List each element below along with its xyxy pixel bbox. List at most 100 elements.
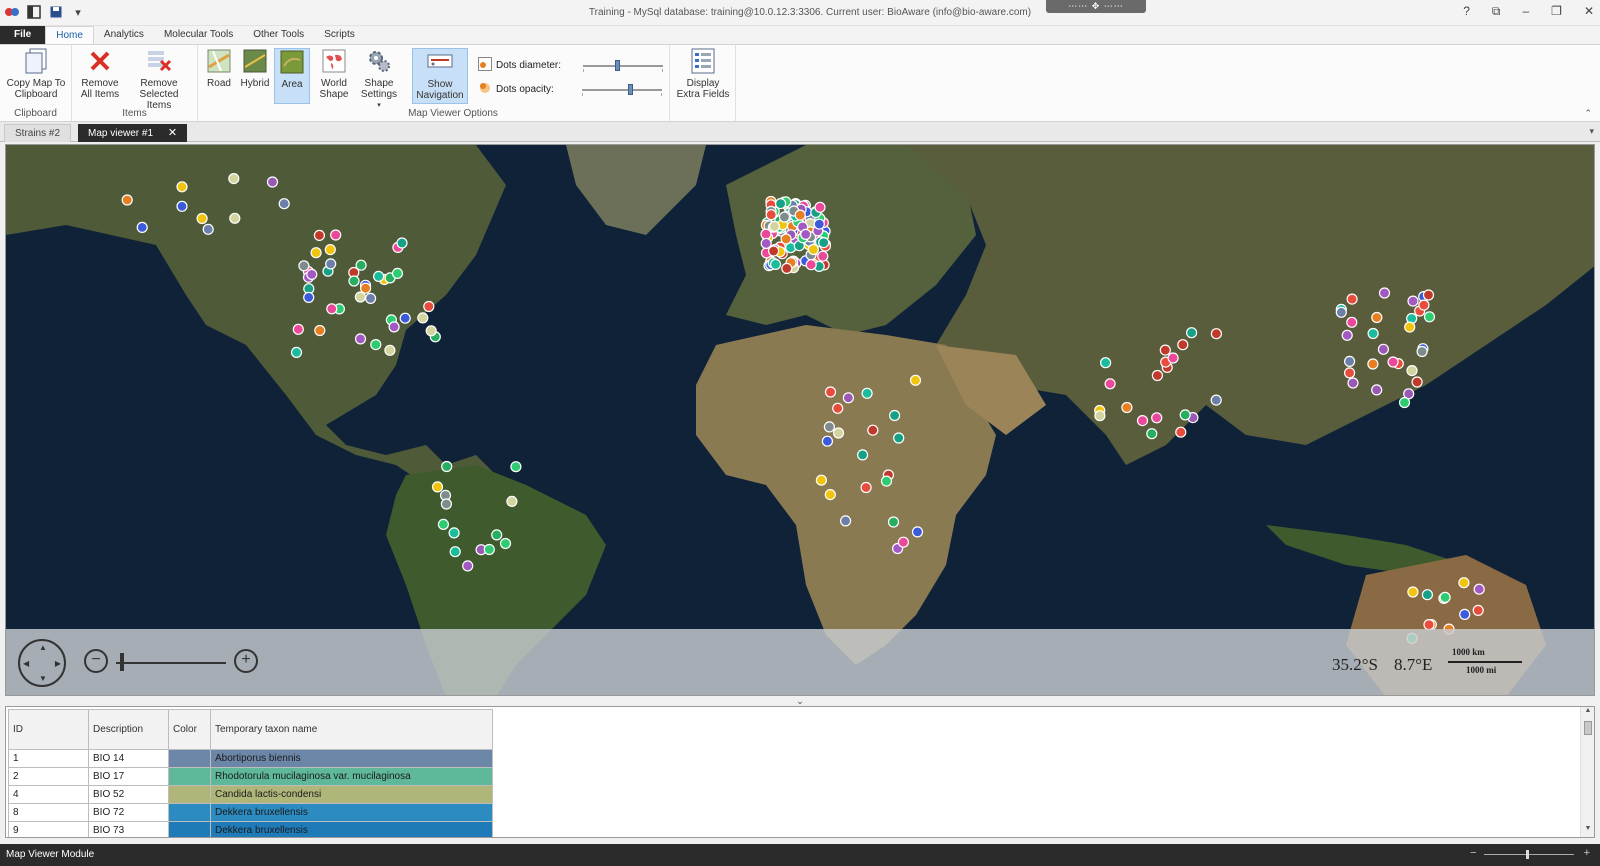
strain-dot[interactable] bbox=[330, 229, 342, 241]
cell-color-swatch[interactable] bbox=[168, 821, 211, 837]
strain-dot[interactable] bbox=[1104, 378, 1116, 390]
strain-dot[interactable] bbox=[417, 312, 429, 324]
strain-dot[interactable] bbox=[911, 526, 924, 538]
collapse-ribbon-icon[interactable]: ⌃ bbox=[1584, 108, 1592, 119]
cell-color-swatch[interactable] bbox=[168, 749, 211, 768]
remove-selected-button[interactable]: Remove Selected Items bbox=[126, 48, 192, 111]
tab-list-dropdown-icon[interactable]: ▾ bbox=[1589, 126, 1594, 137]
strain-dot[interactable] bbox=[1151, 412, 1163, 424]
strain-dot[interactable] bbox=[778, 211, 791, 223]
strain-dot[interactable] bbox=[325, 258, 337, 270]
strain-dot[interactable] bbox=[506, 495, 518, 507]
cell-id[interactable]: 8 bbox=[8, 803, 89, 822]
strain-dot[interactable] bbox=[1367, 327, 1379, 340]
strain-dot[interactable] bbox=[278, 198, 290, 210]
strain-dot[interactable] bbox=[1378, 287, 1391, 299]
strain-dot[interactable] bbox=[483, 543, 495, 556]
cell-taxon[interactable]: Rhodotorula mucilaginosa var. mucilagino… bbox=[210, 767, 493, 786]
cell-id[interactable]: 4 bbox=[8, 785, 89, 804]
strain-dot[interactable] bbox=[292, 323, 304, 335]
zoom-slider-thumb[interactable] bbox=[120, 653, 124, 671]
strain-dot[interactable] bbox=[768, 220, 781, 233]
strain-dot[interactable] bbox=[314, 324, 326, 337]
cell-id[interactable]: 1 bbox=[8, 749, 89, 768]
strain-dot[interactable] bbox=[388, 321, 400, 333]
tab-other-tools[interactable]: Other Tools bbox=[243, 26, 314, 44]
strain-dot[interactable] bbox=[1472, 604, 1484, 616]
strain-dot[interactable] bbox=[326, 303, 338, 315]
strain-dot[interactable] bbox=[817, 250, 829, 262]
cell-description[interactable]: BIO 14 bbox=[88, 749, 169, 768]
strain-dot[interactable] bbox=[1099, 357, 1112, 369]
strain-dot[interactable] bbox=[324, 243, 336, 256]
table-row[interactable]: 9 BIO 73 Dekkera bruxellensis bbox=[8, 821, 493, 837]
maximize-button[interactable]: ❐ bbox=[1551, 4, 1562, 19]
strain-dot[interactable] bbox=[813, 218, 825, 230]
strain-dot[interactable] bbox=[1121, 401, 1133, 414]
strain-dot[interactable] bbox=[805, 259, 817, 271]
zoom-in-button[interactable]: + bbox=[234, 649, 258, 673]
scroll-thumb[interactable] bbox=[1584, 721, 1592, 735]
strain-dot[interactable] bbox=[510, 461, 522, 473]
strain-dot[interactable] bbox=[266, 176, 279, 188]
strain-dot[interactable] bbox=[1343, 355, 1356, 367]
display-extra-fields-button[interactable]: Display Extra Fields bbox=[674, 48, 732, 100]
dots-diameter-thumb[interactable] bbox=[614, 59, 620, 71]
strain-dot[interactable] bbox=[1371, 311, 1383, 324]
strain-dot[interactable] bbox=[202, 223, 214, 235]
strain-dot[interactable] bbox=[431, 481, 444, 493]
strain-dot[interactable] bbox=[1416, 345, 1428, 358]
doc-tab-strains[interactable]: Strains #2 bbox=[4, 124, 72, 142]
strain-dot[interactable] bbox=[767, 245, 780, 257]
strain-dot[interactable] bbox=[196, 212, 208, 225]
status-zoom-slider[interactable]: − + bbox=[1470, 847, 1590, 860]
strain-dot[interactable] bbox=[365, 292, 377, 304]
strain-dot[interactable] bbox=[867, 424, 879, 436]
strain-dot[interactable] bbox=[1346, 316, 1358, 328]
strain-dot[interactable] bbox=[1367, 358, 1379, 370]
strain-dot[interactable] bbox=[1418, 299, 1430, 311]
strain-dot[interactable] bbox=[229, 212, 241, 224]
pan-down-icon[interactable]: ▼ bbox=[39, 674, 47, 683]
strain-dot[interactable] bbox=[860, 481, 872, 494]
strain-dot[interactable] bbox=[880, 475, 893, 487]
strain-dot[interactable] bbox=[1459, 608, 1471, 620]
strain-dot[interactable] bbox=[887, 516, 900, 528]
map-viewer[interactable]: ▲ ▼ ◀ ▶ − + 35.2°S 8.7°E 1000 km 1000 mi bbox=[5, 144, 1595, 696]
strain-dot[interactable] bbox=[1398, 396, 1411, 409]
strain-dot[interactable] bbox=[1421, 589, 1434, 601]
strain-dot[interactable] bbox=[781, 262, 793, 275]
status-zoom-in-icon[interactable]: + bbox=[1584, 847, 1590, 859]
cell-taxon[interactable]: Abortiporus biennis bbox=[210, 749, 493, 768]
strain-dot[interactable] bbox=[1423, 311, 1436, 323]
strain-dot[interactable] bbox=[425, 325, 437, 337]
strain-dot[interactable] bbox=[1136, 415, 1149, 427]
world-map[interactable] bbox=[6, 145, 1595, 696]
strain-dot[interactable] bbox=[807, 243, 820, 256]
strain-dot[interactable] bbox=[1179, 409, 1191, 421]
strain-dot[interactable] bbox=[1151, 369, 1164, 382]
strain-dot[interactable] bbox=[228, 172, 240, 185]
cell-description[interactable]: BIO 52 bbox=[88, 785, 169, 804]
strain-dot[interactable] bbox=[306, 268, 318, 280]
strain-dot[interactable] bbox=[176, 200, 188, 212]
zoom-out-button[interactable]: − bbox=[84, 649, 108, 673]
cell-taxon[interactable]: Candida lactis-condensi bbox=[210, 785, 493, 804]
tab-scripts[interactable]: Scripts bbox=[314, 26, 365, 44]
pan-left-icon[interactable]: ◀ bbox=[23, 659, 29, 668]
pan-right-icon[interactable]: ▶ bbox=[55, 659, 61, 668]
strain-dot[interactable] bbox=[313, 229, 325, 242]
strain-dot[interactable] bbox=[1177, 339, 1189, 351]
strain-dot[interactable] bbox=[897, 536, 910, 548]
minimize-button[interactable]: – bbox=[1522, 4, 1529, 19]
status-zoom-thumb[interactable] bbox=[1526, 850, 1529, 859]
strain-dot[interactable] bbox=[1407, 586, 1419, 598]
strain-dot[interactable] bbox=[1371, 384, 1383, 396]
strain-dot[interactable] bbox=[842, 392, 855, 404]
table-row[interactable]: 8 BIO 72 Dekkera bruxellensis bbox=[8, 803, 493, 822]
strain-dot[interactable] bbox=[800, 228, 812, 241]
strain-dot[interactable] bbox=[815, 474, 828, 486]
strain-dot[interactable] bbox=[824, 386, 837, 398]
hybrid-button[interactable]: Hybrid bbox=[238, 48, 272, 89]
shape-settings-button[interactable]: Shape Settings ▾ bbox=[356, 48, 402, 111]
